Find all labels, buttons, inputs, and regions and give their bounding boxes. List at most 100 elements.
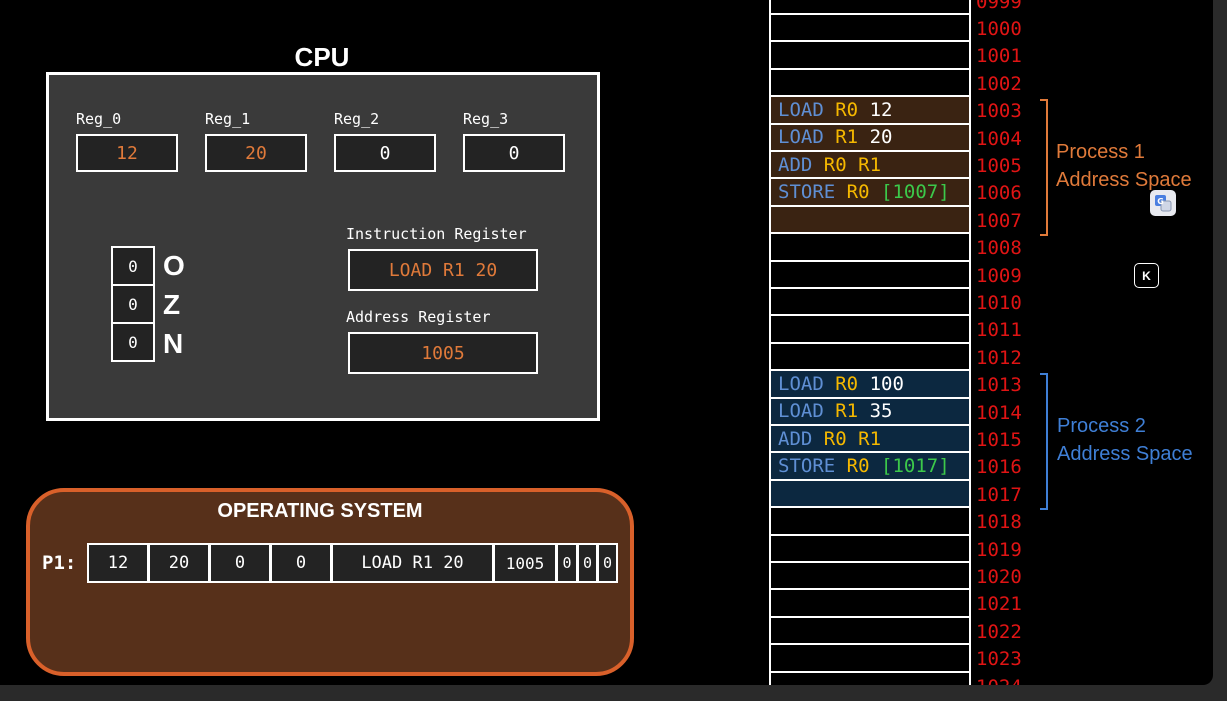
memory-cell bbox=[769, 42, 971, 70]
instr-register: R0 bbox=[823, 427, 847, 450]
memory-address: 1020 bbox=[976, 566, 1022, 588]
pcb-flag-n: 0 bbox=[597, 543, 618, 583]
k-icon[interactable]: K bbox=[1134, 263, 1159, 288]
memory-address: 1004 bbox=[976, 127, 1022, 150]
os-title: OPERATING SYSTEM bbox=[217, 500, 423, 522]
process-2-label-line2: Address Space bbox=[1057, 442, 1193, 465]
negative-flag: 0 bbox=[111, 322, 155, 362]
memory-address: 1018 bbox=[976, 511, 1022, 534]
p1-label: P1: bbox=[42, 552, 77, 574]
memory-address: 1019 bbox=[976, 538, 1022, 561]
instr-register: R0 bbox=[846, 455, 870, 478]
memory-address: 1010 bbox=[976, 292, 1022, 314]
instr-opcode: LOAD bbox=[778, 98, 824, 121]
svg-text:G: G bbox=[1157, 197, 1164, 206]
instruction-register-label: Instruction Register bbox=[346, 225, 527, 243]
reg-1-value: 20 bbox=[205, 134, 307, 172]
memory-address: 1008 bbox=[976, 237, 1022, 260]
memory-cell bbox=[769, 590, 971, 618]
instr-register: R0 bbox=[835, 372, 859, 395]
process-1-label: Process 1 Address Space bbox=[1056, 138, 1192, 194]
memory-address: 1005 bbox=[976, 155, 1022, 177]
memory-column: LOAD R0 12 LOAD R1 20 ADD R0 R1 STORE R0 [1… bbox=[769, 0, 973, 685]
instr-operand: 35 bbox=[869, 400, 893, 423]
cpu-title: CPU bbox=[294, 42, 350, 72]
process-2-label-line1: Process 2 bbox=[1057, 414, 1146, 437]
memory-address: 1003 bbox=[976, 100, 1022, 123]
memory-cell bbox=[769, 0, 971, 15]
translate-icon[interactable]: G bbox=[1150, 190, 1176, 216]
memory-cell: ADD R0 R1 bbox=[769, 152, 971, 180]
zero-flag: 0 bbox=[111, 284, 155, 324]
memory-cell bbox=[769, 69, 971, 98]
memory-address: 1001 bbox=[976, 45, 1022, 68]
memory-address: 1015 bbox=[976, 429, 1022, 451]
memory-cell: ADD R0 R1 bbox=[769, 426, 971, 454]
memory-cell: STORE R0 [1017] bbox=[769, 453, 971, 481]
memory-address: 1013 bbox=[976, 374, 1022, 397]
instr-opcode: LOAD bbox=[778, 126, 824, 149]
process-1-label-line1: Process 1 bbox=[1056, 140, 1145, 163]
instr-register: R1 bbox=[835, 126, 859, 149]
pcb-address-register: 1005 bbox=[493, 543, 557, 583]
memory-address: 1002 bbox=[976, 72, 1022, 95]
memory-address: 1023 bbox=[976, 648, 1022, 671]
process-2-label: Process 2 Address Space bbox=[1057, 412, 1193, 468]
memory-cell bbox=[769, 261, 971, 289]
pcb-flag-o: 0 bbox=[556, 543, 578, 583]
pcb-reg-1: 20 bbox=[148, 543, 210, 583]
pcb-reg-3: 0 bbox=[270, 543, 332, 583]
memory-cell bbox=[769, 15, 971, 43]
memory-cell bbox=[769, 343, 971, 372]
reg-3-value: 0 bbox=[463, 134, 565, 172]
memory-cell bbox=[769, 535, 971, 563]
instr-opcode: ADD bbox=[778, 153, 813, 176]
overflow-flag-letter: O bbox=[163, 250, 185, 281]
pcb-reg-0: 12 bbox=[87, 543, 149, 583]
instr-register: R1 bbox=[858, 153, 882, 176]
process-2-bracket bbox=[1040, 373, 1048, 511]
memory-cell bbox=[769, 645, 971, 673]
instr-memory-operand: [1017] bbox=[881, 455, 950, 478]
memory-cell: LOAD R1 20 bbox=[769, 124, 971, 152]
instr-register: R1 bbox=[835, 400, 859, 423]
instr-opcode: STORE bbox=[778, 455, 836, 478]
memory-cell: LOAD R0 12 bbox=[769, 97, 971, 125]
instr-opcode: STORE bbox=[778, 181, 836, 204]
memory-cell bbox=[769, 672, 971, 685]
instr-memory-operand: [1007] bbox=[881, 181, 950, 204]
instr-register: R1 bbox=[858, 427, 882, 450]
memory-address: 1024 bbox=[976, 674, 1022, 685]
overflow-flag: 0 bbox=[111, 246, 155, 286]
instr-operand: 100 bbox=[869, 372, 904, 395]
diagram-canvas: CPU Reg_0 Reg_1 Reg_2 Reg_3 12 20 0 0 0 … bbox=[0, 0, 1213, 685]
instr-operand: 20 bbox=[869, 126, 893, 149]
instr-register: R0 bbox=[823, 153, 847, 176]
memory-address: 0999 bbox=[976, 0, 1022, 13]
reg-0-label: Reg_0 bbox=[76, 110, 122, 128]
zero-flag-letter: Z bbox=[163, 289, 181, 320]
memory-cell bbox=[769, 206, 971, 235]
memory-cell bbox=[769, 234, 971, 262]
memory-cell bbox=[769, 508, 971, 536]
memory-address: 1007 bbox=[976, 209, 1022, 232]
pcb-reg-2: 0 bbox=[209, 543, 271, 583]
memory-address: 1006 bbox=[976, 182, 1022, 205]
memory-address: 1011 bbox=[976, 319, 1022, 342]
pcb-flag-z: 0 bbox=[577, 543, 598, 583]
reg-2-label: Reg_2 bbox=[334, 110, 380, 128]
memory-cell bbox=[769, 289, 971, 317]
memory-cell: LOAD R1 35 bbox=[769, 398, 971, 426]
memory-cell bbox=[769, 617, 971, 646]
pcb-instruction-register: LOAD R1 20 bbox=[331, 543, 494, 583]
memory-address: 1009 bbox=[976, 264, 1022, 287]
memory-cell bbox=[769, 480, 971, 509]
instr-opcode: LOAD bbox=[778, 372, 824, 395]
memory-address: 1017 bbox=[976, 483, 1022, 506]
instruction-register-value: LOAD R1 20 bbox=[348, 249, 538, 291]
memory-address: 1012 bbox=[976, 346, 1022, 369]
instr-register: R0 bbox=[835, 98, 859, 121]
instr-opcode: LOAD bbox=[778, 400, 824, 423]
memory-address: 1000 bbox=[976, 18, 1022, 40]
process-1-bracket bbox=[1040, 99, 1048, 237]
